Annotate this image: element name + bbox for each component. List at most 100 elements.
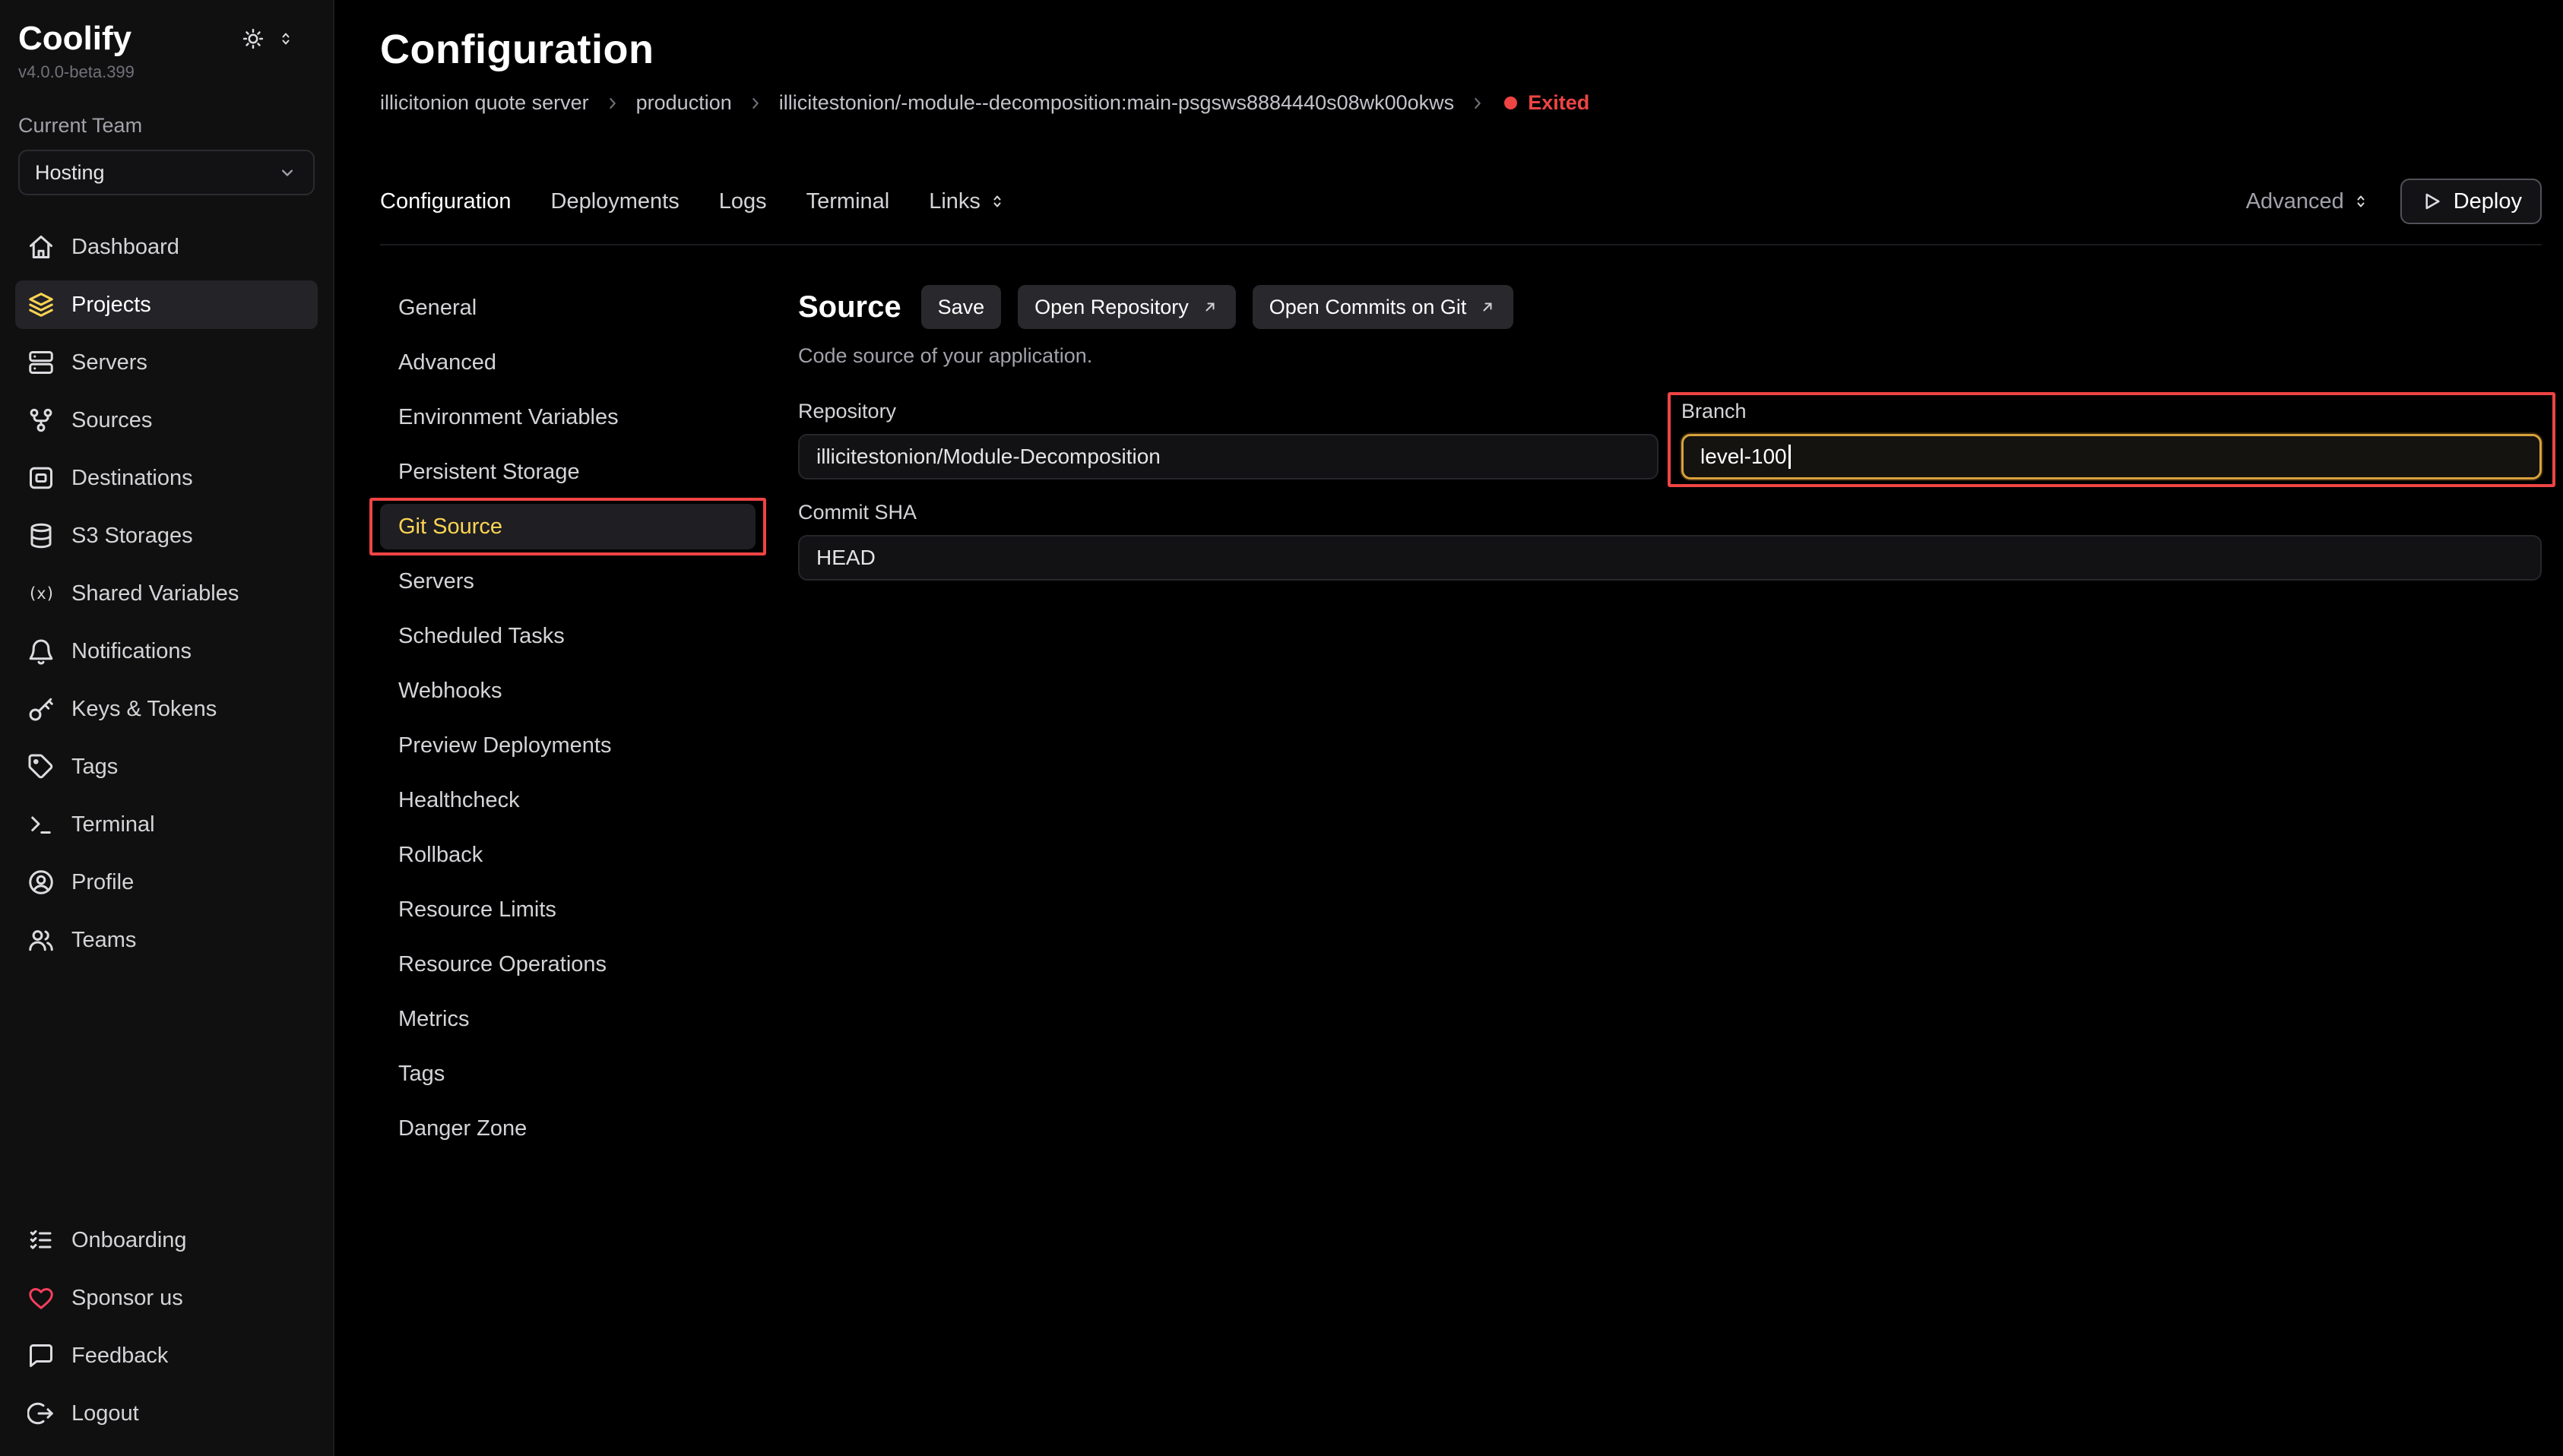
- subnav-item-webhooks[interactable]: Webhooks: [380, 668, 756, 714]
- checklist-icon: [27, 1227, 55, 1254]
- text-caret: [1788, 445, 1791, 469]
- subnav-item-resource-limits[interactable]: Resource Limits: [380, 887, 756, 932]
- subnav-item-rollback[interactable]: Rollback: [380, 832, 756, 878]
- sidebar-item-label: Shared Variables: [71, 581, 239, 606]
- sidebar-nav: Dashboard Projects Servers Sources Desti…: [15, 223, 318, 964]
- status-label: Exited: [1528, 91, 1589, 115]
- tab-configuration[interactable]: Configuration: [380, 189, 512, 214]
- sidebar-item-projects[interactable]: Projects: [15, 280, 318, 329]
- settings-subnav: General Advanced Environment Variables P…: [380, 285, 756, 1456]
- sidebar-item-sponsor[interactable]: Sponsor us: [15, 1274, 318, 1322]
- tab-logs[interactable]: Logs: [719, 189, 767, 214]
- sidebar-item-feedback[interactable]: Feedback: [15, 1331, 318, 1380]
- tabbar: Configuration Deployments Logs Terminal …: [380, 179, 2542, 245]
- sidebar-item-notifications[interactable]: Notifications: [15, 627, 318, 676]
- commit-sha-input[interactable]: HEAD: [798, 535, 2542, 581]
- git-source-form: Source Save Open Repository Open Commits…: [798, 285, 2542, 1456]
- sidebar: Coolify v4.0.0-beta.399 Current Team Hos…: [0, 0, 334, 1456]
- sidebar-item-terminal[interactable]: Terminal: [15, 800, 318, 849]
- sidebar-item-servers[interactable]: Servers: [15, 338, 318, 387]
- subnav-item-scheduled-tasks[interactable]: Scheduled Tasks: [380, 613, 756, 659]
- status-dot-icon: [1504, 97, 1517, 109]
- play-icon: [2420, 190, 2443, 213]
- sidebar-item-label: S3 Storages: [71, 524, 193, 549]
- open-commits-label: Open Commits on Git: [1269, 296, 1467, 319]
- subnav-item-healthcheck[interactable]: Healthcheck: [380, 777, 756, 823]
- tab-links-label: Links: [929, 189, 981, 214]
- sidebar-item-label: Onboarding: [71, 1228, 187, 1253]
- branch-label: Branch: [1681, 400, 2542, 423]
- team-select[interactable]: Hosting: [18, 150, 315, 195]
- commit-sha-field: Commit SHA HEAD: [798, 501, 2542, 581]
- open-commits-button[interactable]: Open Commits on Git: [1253, 285, 1514, 329]
- sidebar-item-label: Keys & Tokens: [71, 697, 217, 722]
- subnav-item-preview-deployments[interactable]: Preview Deployments: [380, 723, 756, 768]
- subnav-item-danger-zone[interactable]: Danger Zone: [380, 1106, 756, 1151]
- page-title: Configuration: [380, 26, 2542, 73]
- chevron-right-icon: [603, 93, 623, 113]
- sidebar-item-dashboard[interactable]: Dashboard: [15, 223, 318, 271]
- external-link-icon: [1201, 298, 1219, 316]
- open-repository-button[interactable]: Open Repository: [1018, 285, 1236, 329]
- main-area: Configuration illicitonion quote server …: [334, 0, 2563, 1456]
- section-description: Code source of your application.: [798, 344, 2542, 368]
- sidebar-footer-nav: Onboarding Sponsor us Feedback Logout: [15, 1216, 318, 1438]
- sidebar-item-shared-variables[interactable]: (x) Shared Variables: [15, 569, 318, 618]
- subnav-item-metrics[interactable]: Metrics: [380, 996, 756, 1042]
- branch-value: level-100: [1700, 445, 1787, 469]
- sidebar-item-label: Logout: [71, 1401, 139, 1426]
- sidebar-item-logout[interactable]: Logout: [15, 1389, 318, 1438]
- subnav-item-advanced[interactable]: Advanced: [380, 340, 756, 385]
- deploy-button[interactable]: Deploy: [2400, 179, 2542, 224]
- breadcrumb-project[interactable]: illicitonion quote server: [380, 91, 589, 115]
- message-icon: [27, 1342, 55, 1369]
- repository-value: illicitestonion/Module-Decomposition: [816, 445, 1161, 469]
- app-brand: Coolify: [18, 20, 131, 58]
- home-icon: [27, 233, 55, 261]
- status-badge: Exited: [1504, 91, 1589, 115]
- sidebar-item-label: Projects: [71, 293, 151, 318]
- theme-selector-chevrons-icon[interactable]: [277, 30, 295, 48]
- sidebar-item-label: Sponsor us: [71, 1286, 183, 1311]
- destinations-icon: [27, 464, 55, 492]
- repository-label: Repository: [798, 400, 1659, 423]
- sidebar-item-keys-tokens[interactable]: Keys & Tokens: [15, 685, 318, 733]
- subnav-item-resource-operations[interactable]: Resource Operations: [380, 942, 756, 987]
- subnav-item-environment-variables[interactable]: Environment Variables: [380, 394, 756, 440]
- sidebar-item-profile[interactable]: Profile: [15, 858, 318, 907]
- advanced-dropdown[interactable]: Advanced: [2246, 189, 2370, 214]
- save-button[interactable]: Save: [921, 285, 1002, 329]
- sidebar-item-tags[interactable]: Tags: [15, 742, 318, 791]
- bell-icon: [27, 638, 55, 665]
- tab-terminal[interactable]: Terminal: [806, 189, 890, 214]
- subnav-item-tags[interactable]: Tags: [380, 1051, 756, 1097]
- sidebar-item-sources[interactable]: Sources: [15, 396, 318, 445]
- subnav-item-persistent-storage[interactable]: Persistent Storage: [380, 449, 756, 495]
- subnav-item-general[interactable]: General: [380, 285, 756, 331]
- user-circle-icon: [27, 869, 55, 896]
- repository-input[interactable]: illicitestonion/Module-Decomposition: [798, 434, 1659, 480]
- subnav-item-git-source[interactable]: Git Source: [380, 504, 756, 549]
- sidebar-item-onboarding[interactable]: Onboarding: [15, 1216, 318, 1265]
- breadcrumb-resource[interactable]: illicitestonion/-module--decomposition:m…: [779, 91, 1454, 115]
- layers-icon: [27, 291, 55, 318]
- sidebar-item-teams[interactable]: Teams: [15, 916, 318, 964]
- tab-links[interactable]: Links: [929, 189, 1006, 214]
- tab-deployments[interactable]: Deployments: [551, 189, 680, 214]
- sidebar-item-label: Feedback: [71, 1344, 168, 1369]
- server-icon: [27, 349, 55, 376]
- breadcrumb: illicitonion quote server production ill…: [380, 91, 2542, 115]
- subnav-item-servers[interactable]: Servers: [380, 559, 756, 604]
- sidebar-item-s3-storages[interactable]: S3 Storages: [15, 511, 318, 560]
- users-icon: [27, 926, 55, 954]
- breadcrumb-environment[interactable]: production: [636, 91, 732, 115]
- deploy-button-label: Deploy: [2454, 189, 2522, 214]
- variables-icon: (x): [27, 580, 55, 607]
- sidebar-item-label: Destinations: [71, 466, 193, 491]
- branch-input[interactable]: level-100: [1681, 434, 2542, 480]
- commit-sha-label: Commit SHA: [798, 501, 2542, 524]
- theme-sun-icon[interactable]: [242, 27, 265, 50]
- sidebar-item-label: Terminal: [71, 812, 155, 837]
- sidebar-item-destinations[interactable]: Destinations: [15, 454, 318, 502]
- sidebar-item-label: Teams: [71, 928, 136, 953]
